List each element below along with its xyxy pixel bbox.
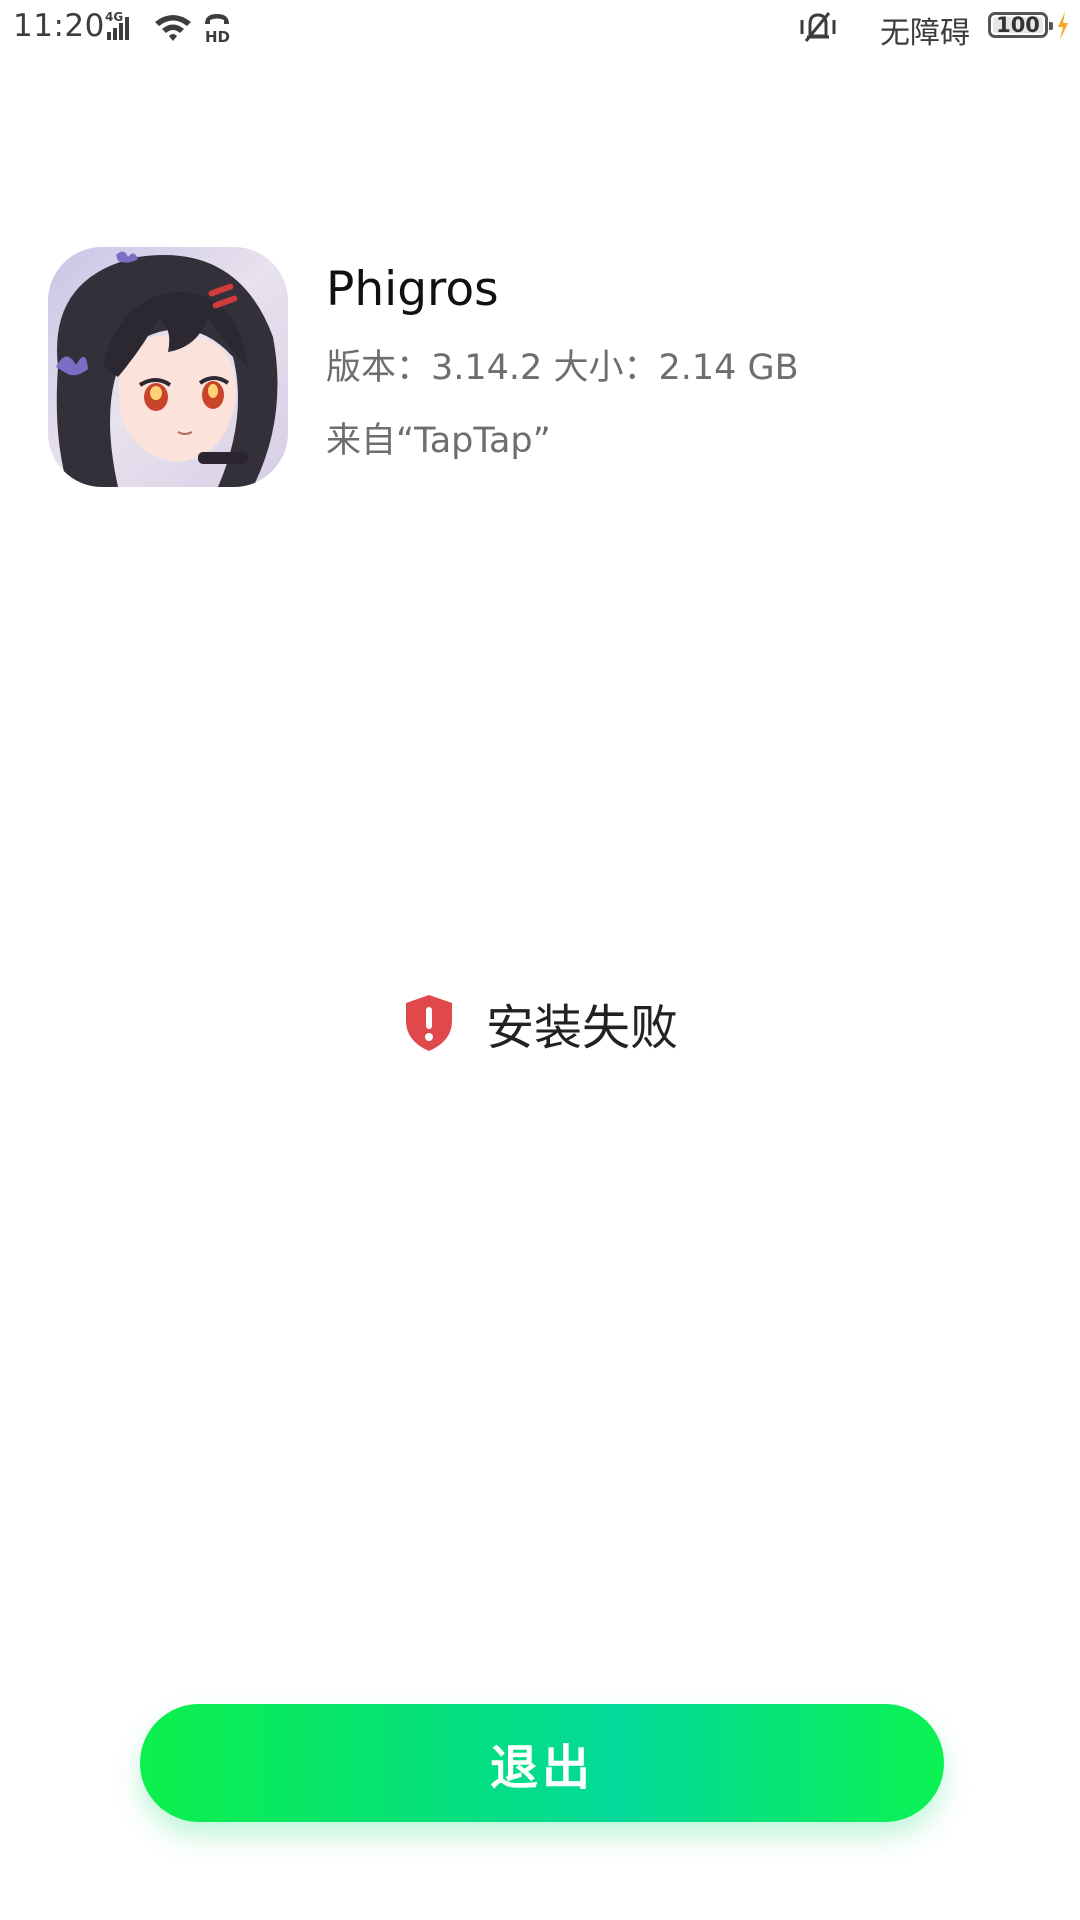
signal-icon: 4G HD — [105, 10, 230, 46]
app-version-size: 版本：3.14.2 大小：2.14 GB — [326, 348, 799, 388]
app-name: Phigros — [326, 262, 499, 317]
charging-icon — [1058, 12, 1068, 40]
shield-warning-icon — [405, 995, 452, 1051]
exit-button[interactable]: 退出 — [140, 1704, 944, 1822]
status-bar: 11:20 4G HD 无障碍 100 — [0, 0, 1080, 56]
hd-label: HD — [205, 28, 230, 46]
accessibility-label: 无障碍 — [880, 16, 970, 51]
exit-button-label: 退出 — [489, 1740, 594, 1796]
battery-level: 100 — [996, 13, 1040, 37]
status-right-icons: 无障碍 100 — [770, 8, 1070, 51]
install-failed-text: 安装失败 — [485, 1000, 678, 1056]
app-source: 来自“TapTap” — [326, 421, 551, 461]
network-type-label: 4G — [105, 10, 123, 24]
vibrate-icon — [800, 12, 836, 42]
battery-icon: 100 — [988, 12, 1053, 38]
status-time: 11:20 — [13, 8, 105, 44]
install-result: 安装失败 — [0, 988, 1080, 1058]
hd-call-icon: HD — [205, 14, 230, 46]
phigros-app-icon — [48, 247, 288, 487]
wifi-icon — [155, 15, 191, 41]
